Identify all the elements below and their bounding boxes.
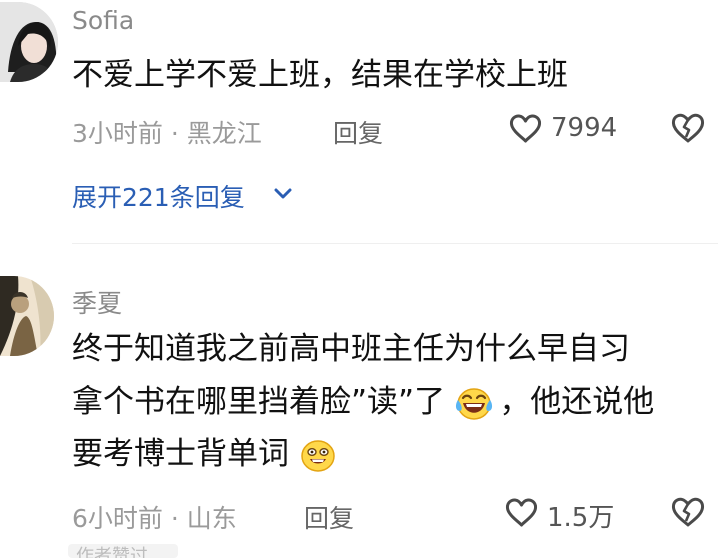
expand-replies-button[interactable]: 展开221条回复 (72, 178, 312, 212)
chevron-down-icon (274, 188, 292, 199)
comment-text: 不爱上学不爱上班，结果在学校上班 (72, 57, 568, 93)
like-button[interactable]: 1.5万 (505, 494, 635, 533)
like-button[interactable]: 7994 (509, 110, 624, 148)
avatar-image (0, 276, 54, 356)
dislike-heart-icon (671, 113, 705, 143)
comment-text-line: 终于知道我之前高中班主任为什么早自习 (72, 331, 630, 367)
commenter-name[interactable]: Sofia (72, 6, 134, 35)
comment-text-line: 要考博士背单词 (72, 436, 712, 476)
comment-divider (72, 243, 718, 244)
expand-replies-label: 展开221条回复 (72, 183, 245, 212)
commenter-name[interactable]: 季夏 (72, 284, 122, 320)
grinning-emoji (301, 440, 335, 472)
comment-meta: 6小时前 · 山东 (72, 504, 237, 533)
avatar[interactable] (0, 2, 58, 82)
author-liked-badge: 作者赞过 (68, 544, 178, 558)
reply-button[interactable]: 回复 (304, 499, 354, 535)
comment-text-line: 拿个书在哪里挡着脸”读”了 ，他还说他 (72, 384, 712, 424)
reply-button[interactable]: 回复 (333, 114, 383, 150)
heart-icon (509, 114, 542, 143)
like-count: 1.5万 (547, 503, 615, 533)
heart-icon (505, 498, 538, 527)
dislike-button[interactable] (671, 113, 705, 145)
author-liked-label: 作者赞过 (76, 546, 148, 558)
dislike-button[interactable] (671, 497, 705, 529)
comment-text-segment: 要考博士背单词 (72, 436, 289, 472)
dislike-heart-icon (671, 497, 705, 527)
comment-text-segment: 拿个书在哪里挡着脸”读”了 (72, 384, 446, 420)
avatar-image (0, 2, 58, 82)
comment-meta: 3小时前 · 黑龙江 (72, 119, 262, 148)
crying-laughing-emoji (456, 388, 493, 420)
comment-text-segment: ，他还说他 (499, 384, 655, 420)
avatar[interactable] (0, 276, 54, 356)
like-count: 7994 (551, 113, 618, 143)
